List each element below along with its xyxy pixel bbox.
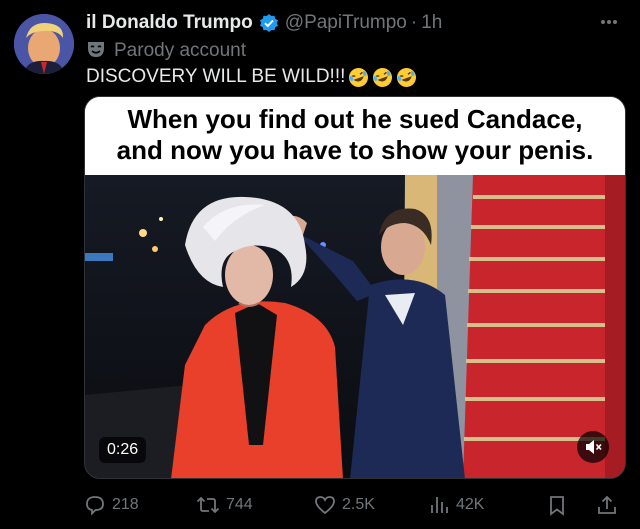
repost-icon (196, 496, 220, 514)
repost-count: 744 (226, 496, 253, 513)
repost-button[interactable]: 744 (196, 490, 253, 520)
post-header: il Donaldo Trumpo @PapiTrumpo · 1h (86, 10, 442, 36)
like-button[interactable]: 2.5K (314, 490, 375, 520)
post-actions: 218 744 2.5K 42K (84, 490, 624, 520)
post-text: DISCOVERY WILL BE WILD!!! (86, 66, 346, 87)
verified-badge-icon[interactable] (259, 13, 279, 33)
post-time[interactable]: 1h (421, 12, 442, 34)
reply-button[interactable]: 218 (84, 490, 139, 520)
rolling-laughing-emoji-icon (372, 67, 393, 88)
share-icon (598, 495, 616, 514)
reply-count: 218 (112, 496, 139, 513)
separator-dot: · (410, 12, 418, 33)
video-player[interactable]: 0:26 (85, 175, 625, 478)
reply-icon (86, 496, 104, 516)
caption-line-1: When you find out he sued Candace, (127, 104, 583, 134)
views-count: 42K (456, 496, 485, 513)
views-chart-icon (431, 497, 448, 513)
views-button[interactable]: 42K (428, 490, 484, 520)
mute-toggle-icon[interactable] (577, 431, 609, 463)
parody-label[interactable]: Parody account (86, 38, 246, 64)
rolling-laughing-emoji-icon (348, 67, 369, 88)
video-frame (85, 175, 625, 478)
post-text-row: DISCOVERY WILL BE WILD!!! (86, 64, 417, 90)
more-options-icon[interactable] (594, 12, 624, 32)
parody-mask-icon (86, 39, 106, 64)
like-count: 2.5K (342, 496, 375, 513)
rolling-laughing-emoji-icon (396, 67, 417, 88)
bookmark-icon (550, 496, 564, 516)
share-button[interactable] (596, 490, 624, 520)
video-duration: 0:26 (99, 437, 147, 463)
media-card[interactable]: When you find out he sued Candace, and n… (84, 96, 626, 479)
heart-icon (315, 496, 335, 515)
bookmark-button[interactable] (546, 490, 574, 520)
display-name[interactable]: il Donaldo Trumpo (86, 12, 253, 34)
user-handle[interactable]: @PapiTrumpo (285, 12, 407, 34)
parody-text: Parody account (114, 40, 247, 61)
caption-line-2: and now you have to show your penis. (116, 135, 594, 165)
video-caption: When you find out he sued Candace, and n… (85, 97, 625, 173)
avatar[interactable] (14, 14, 74, 74)
